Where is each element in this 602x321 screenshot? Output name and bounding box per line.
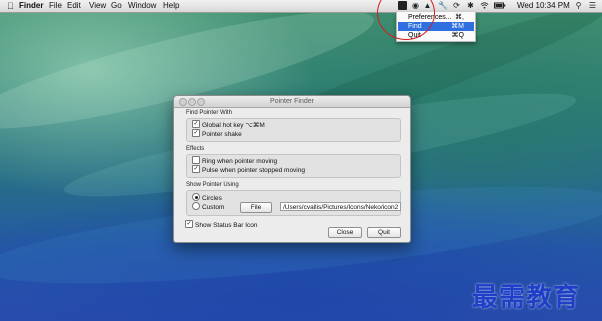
global-hotkey-label: Global hot key ⌥⌘M (202, 122, 265, 129)
title-bar[interactable]: Pointer Finder (174, 96, 410, 108)
find-group-box: ✓ Global hot key ⌥⌘M ✓ Pointer shake (186, 118, 401, 142)
custom-path-field[interactable]: /Users/cvallis/Pictures/Icons/Neko/icon2 (280, 202, 401, 211)
pointer-finder-window: Pointer Finder Find Pointer With ✓ Global… (173, 95, 411, 243)
find-section-label: Find Pointer With (186, 110, 233, 116)
custom-option[interactable]: Custom File /Users/cvallis/Pictures/Icon… (192, 202, 401, 213)
pointer-shake-option[interactable]: ✓ Pointer shake (192, 129, 242, 139)
battery-icon[interactable] (494, 1, 506, 10)
window-title: Pointer Finder (270, 98, 314, 105)
show-group-box: Circles Custom File /Users/cvallis/Pictu… (186, 190, 401, 216)
apple-logo-icon[interactable]:  (7, 0, 14, 12)
wifi-icon[interactable] (480, 1, 489, 10)
time-machine-icon[interactable]: ⟳ (452, 1, 461, 10)
effects-section-label: Effects (186, 146, 205, 152)
wrench-icon[interactable]: 🔧 (438, 1, 448, 10)
menu-go[interactable]: Go (111, 0, 122, 12)
menu-item-find[interactable]: Find ⌘M (398, 22, 474, 31)
global-hotkey-checkbox[interactable]: ✓ (192, 120, 200, 129)
circles-radio[interactable] (192, 193, 200, 202)
pulse-option[interactable]: ✓ Pulse when pointer stopped moving (192, 165, 305, 175)
bluetooth-icon[interactable]: ✱ (466, 1, 475, 10)
menu-item-quit[interactable]: Quit ⌘Q (398, 31, 474, 40)
menu-help[interactable]: Help (163, 0, 179, 12)
clock[interactable]: Wed 10:34 PM (517, 0, 570, 12)
menu-item-label: Find (408, 23, 422, 30)
menu-app-name[interactable]: Finder (19, 0, 43, 12)
menu-item-preferences[interactable]: Preferences... ⌘, (398, 13, 474, 22)
menu-file[interactable]: File (49, 0, 62, 12)
show-section-label: Show Pointer Using (186, 182, 239, 188)
custom-label: Custom (202, 204, 225, 211)
file-button[interactable]: File (240, 202, 272, 213)
search-icon[interactable]: ⚲ (574, 1, 583, 10)
status-menu: Preferences... ⌘, Find ⌘M Quit ⌘Q (396, 12, 476, 42)
pulse-label: Pulse when pointer stopped moving (202, 167, 305, 174)
ring-option[interactable]: Ring when pointer moving (192, 156, 278, 166)
ring-label: Ring when pointer moving (202, 158, 278, 165)
status-bar-icon-checkbox[interactable]: ✓ (185, 220, 193, 229)
menu-bar:  Finder File Edit View Go Window Help ◉… (0, 0, 602, 13)
watermark-text: 最需教育 (472, 283, 581, 313)
pointer-finder-icon[interactable] (398, 1, 407, 10)
close-button[interactable]: Close (328, 227, 362, 238)
creative-cloud-icon[interactable]: ◉ (411, 1, 420, 10)
menu-edit[interactable]: Edit (67, 0, 81, 12)
menu-item-shortcut: ⌘Q (451, 32, 464, 39)
menu-item-label: Preferences... (408, 14, 452, 21)
menu-item-shortcut: ⌘, (455, 14, 464, 21)
status-bar-icon-option[interactable]: ✓ Show Status Bar Icon (185, 220, 258, 230)
menu-window[interactable]: Window (128, 0, 156, 12)
status-bar-icon-label: Show Status Bar Icon (195, 222, 258, 229)
global-hotkey-option[interactable]: ✓ Global hot key ⌥⌘M (192, 120, 265, 130)
menu-item-label: Quit (408, 32, 421, 39)
custom-radio[interactable] (192, 202, 200, 211)
pulse-checkbox[interactable]: ✓ (192, 165, 200, 174)
effects-group-box: Ring when pointer moving ✓ Pulse when poi… (186, 154, 401, 178)
pointer-shake-label: Pointer shake (202, 131, 242, 138)
menu-view[interactable]: View (89, 0, 106, 12)
list-icon[interactable]: ☰ (588, 1, 597, 10)
pointer-shake-checkbox[interactable]: ✓ (192, 129, 200, 138)
ring-checkbox[interactable] (192, 156, 200, 165)
menu-item-shortcut: ⌘M (451, 23, 464, 30)
drive-icon[interactable]: ▲ (423, 1, 432, 10)
circles-label: Circles (202, 195, 222, 202)
quit-button[interactable]: Quit (367, 227, 401, 238)
